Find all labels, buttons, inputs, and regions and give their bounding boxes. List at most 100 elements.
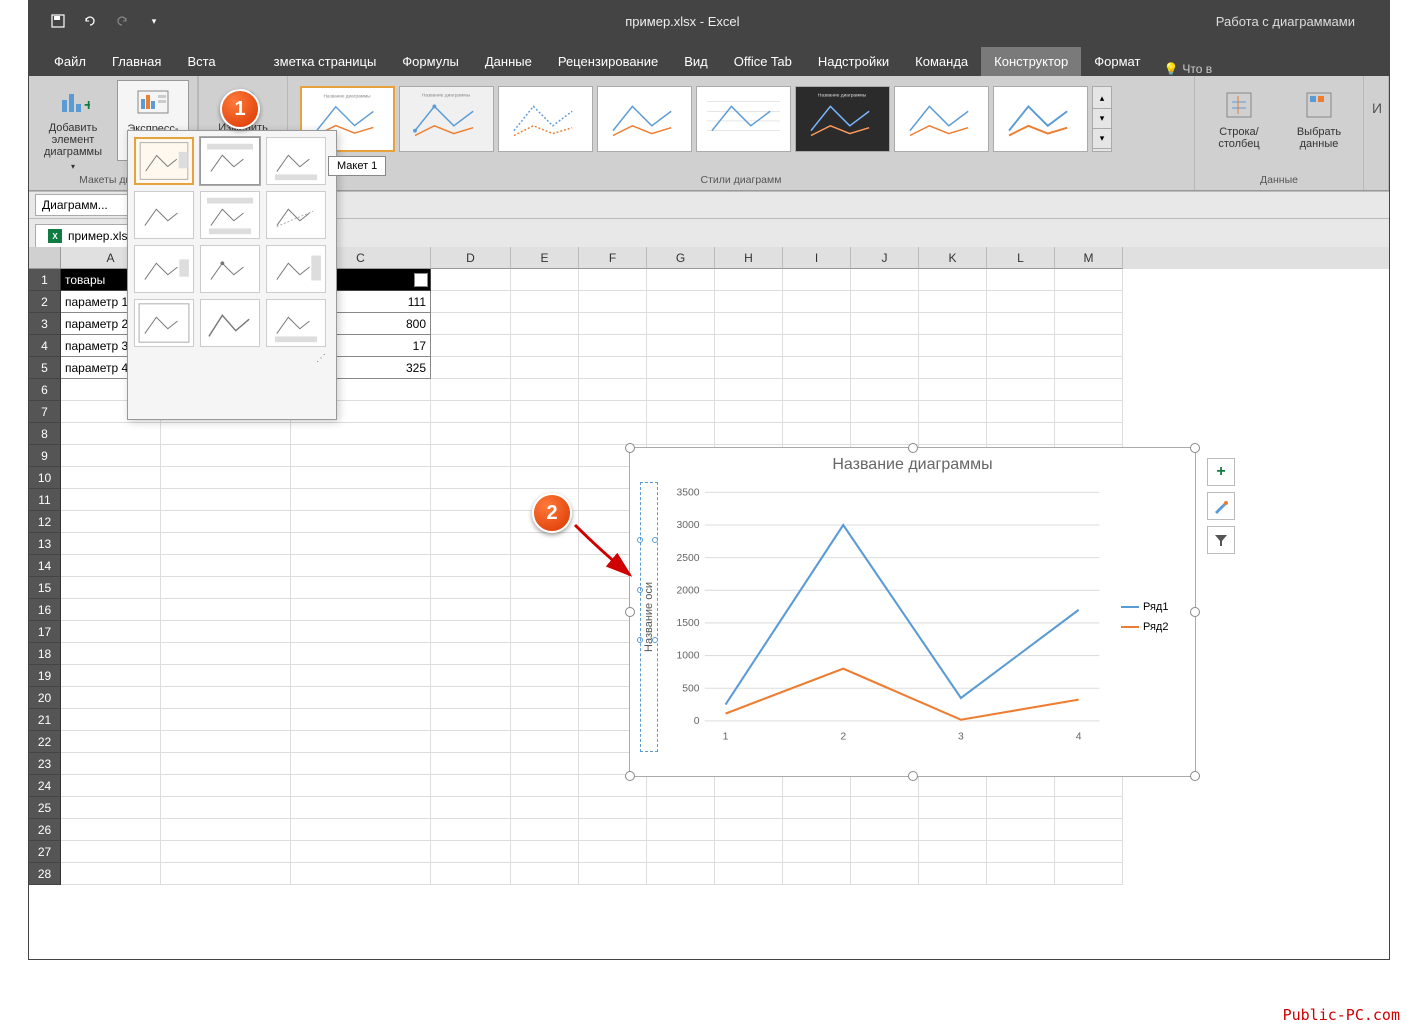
cell[interactable] [783,863,851,885]
cell[interactable] [431,401,511,423]
layout-option-12[interactable] [266,299,326,347]
cell[interactable] [161,797,291,819]
cell[interactable] [291,511,431,533]
cell[interactable] [987,269,1055,291]
cell[interactable] [851,313,919,335]
row-header[interactable]: 15 [29,577,61,599]
cell[interactable] [291,423,431,445]
cell[interactable] [919,819,987,841]
cell[interactable] [61,687,161,709]
cell[interactable] [61,753,161,775]
cell[interactable] [579,379,647,401]
redo-icon[interactable] [113,12,131,30]
cell[interactable] [783,841,851,863]
chart-style-3[interactable] [498,86,593,152]
cell[interactable] [579,819,647,841]
cell[interactable] [511,599,579,621]
cell[interactable] [1055,291,1123,313]
cell[interactable] [647,357,715,379]
cell[interactable] [431,555,511,577]
cell[interactable] [161,489,291,511]
cell[interactable] [579,841,647,863]
cell[interactable] [431,467,511,489]
tab-formulas[interactable]: Формулы [389,47,472,76]
cell[interactable] [919,379,987,401]
undo-icon[interactable] [81,12,99,30]
cell[interactable] [61,863,161,885]
row-header[interactable]: 2 [29,291,61,313]
cell[interactable] [1055,775,1123,797]
cell[interactable] [987,401,1055,423]
cell[interactable] [647,291,715,313]
embedded-chart[interactable]: Название диаграммы Название оси 05001000… [629,447,1196,777]
resize-handle[interactable] [908,771,918,781]
cell[interactable] [579,313,647,335]
cell[interactable] [61,775,161,797]
cell[interactable] [161,709,291,731]
filter-button[interactable]: ▾ [414,273,428,287]
cell[interactable] [1055,313,1123,335]
customize-qat-icon[interactable]: ▾ [145,12,163,30]
cell[interactable] [431,533,511,555]
cell[interactable] [647,379,715,401]
row-header[interactable]: 18 [29,643,61,665]
cell[interactable] [431,797,511,819]
cell[interactable] [511,423,579,445]
cell[interactable] [987,819,1055,841]
cell[interactable] [431,643,511,665]
cell[interactable] [431,753,511,775]
chart-elements-button[interactable]: + [1207,458,1235,486]
cell[interactable] [1055,819,1123,841]
tell-me-search[interactable]: 💡Что в [1153,62,1212,76]
cell[interactable] [579,291,647,313]
cell[interactable] [291,687,431,709]
cell[interactable] [431,489,511,511]
row-header[interactable]: 23 [29,753,61,775]
cell[interactable] [919,797,987,819]
cell[interactable] [987,863,1055,885]
column-header[interactable]: G [647,247,715,269]
cell[interactable] [1055,357,1123,379]
layout-option-7[interactable] [134,245,194,293]
cell[interactable] [783,269,851,291]
cell[interactable] [851,269,919,291]
cell[interactable] [511,863,579,885]
cell[interactable] [579,863,647,885]
chart-style-8[interactable] [993,86,1088,152]
row-header[interactable]: 14 [29,555,61,577]
row-header[interactable]: 4 [29,335,61,357]
resize-handle[interactable] [908,443,918,453]
cell[interactable] [61,511,161,533]
cell[interactable] [715,401,783,423]
cell[interactable] [511,643,579,665]
cell[interactable] [987,291,1055,313]
tab-addins[interactable]: Надстройки [805,47,902,76]
column-header[interactable]: D [431,247,511,269]
legend-item[interactable]: Ряд1 [1121,601,1185,613]
row-header[interactable]: 11 [29,489,61,511]
cell[interactable] [647,313,715,335]
cell[interactable] [919,401,987,423]
layout-option-5[interactable] [200,191,260,239]
cell[interactable] [511,467,579,489]
cell[interactable] [431,665,511,687]
chart-title[interactable]: Название диаграммы [630,448,1195,482]
layout-option-4[interactable] [134,191,194,239]
cell[interactable] [431,775,511,797]
row-header[interactable]: 12 [29,511,61,533]
cell[interactable] [511,731,579,753]
cell[interactable] [987,797,1055,819]
resize-handle[interactable] [1190,607,1200,617]
cell[interactable] [1055,863,1123,885]
cell[interactable] [61,445,161,467]
cell[interactable] [919,423,987,445]
cell[interactable] [1055,269,1123,291]
cell[interactable] [161,577,291,599]
cell[interactable] [431,863,511,885]
cell[interactable] [579,335,647,357]
layout-option-6[interactable] [266,191,326,239]
cell[interactable] [919,357,987,379]
cell[interactable] [715,269,783,291]
cell[interactable] [61,467,161,489]
cell[interactable] [647,775,715,797]
